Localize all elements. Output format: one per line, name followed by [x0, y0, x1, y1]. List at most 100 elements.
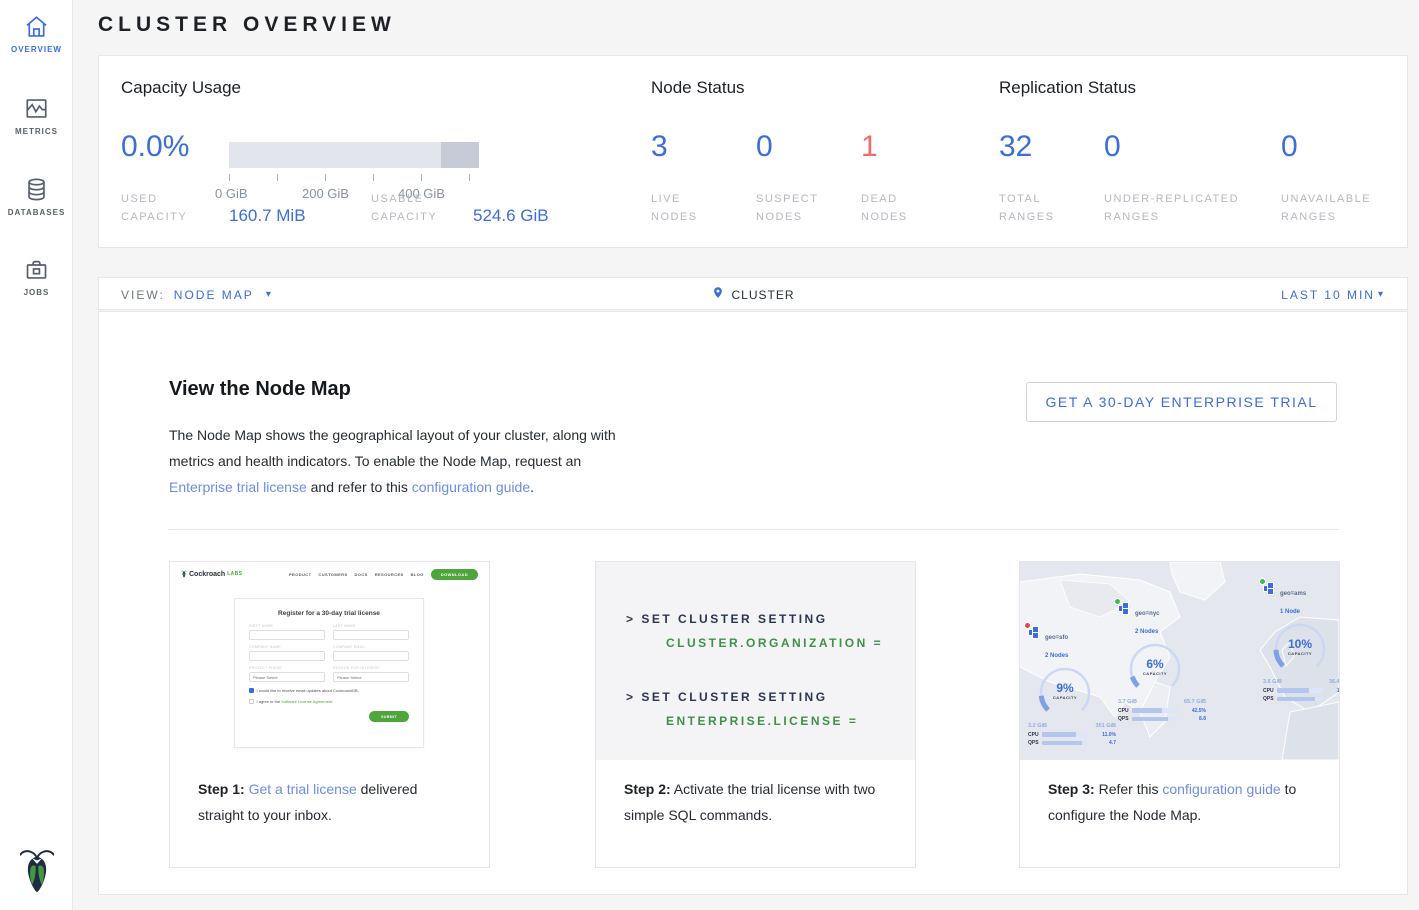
- summary-panel: Capacity Usage 0.0% 0 GiB 200 GiB 400 Gi…: [98, 55, 1408, 248]
- get-trial-license-link[interactable]: Get a trial license: [249, 781, 357, 797]
- node-map-description: The Node Map shows the geographical layo…: [169, 422, 639, 500]
- time-range-value: LAST 10 MIN: [1281, 288, 1375, 302]
- step1-card: Cockroach LABS PRODUCT CUSTOMERS DOCS RE…: [169, 561, 490, 868]
- mini-nav-resources: RESOURCES: [375, 572, 404, 577]
- node-stack-icon: [1263, 582, 1276, 595]
- sidebar-item-label: METRICS: [0, 127, 73, 136]
- step2-caption: Step 2: Activate the trial license with …: [596, 760, 915, 828]
- live-node-status-dot: [1259, 578, 1266, 585]
- time-range-selector[interactable]: LAST 10 MIN ▾: [1281, 278, 1383, 311]
- capacity-gauge: 9% CAPACITY: [1034, 664, 1096, 722]
- mini-nav-product: PRODUCT: [289, 572, 312, 577]
- sidebar-item-label: JOBS: [0, 288, 73, 297]
- sidebar-item-label: DATABASES: [0, 208, 73, 217]
- suspect-nodes-label: SUSPECT NODES: [756, 190, 831, 226]
- view-label: VIEW:: [121, 288, 165, 302]
- sidebar-item-jobs[interactable]: JOBS: [0, 256, 73, 297]
- node-map-location-sfo[interactable]: geo=sfo2 Nodes 9% CAPACITY 3.2 GiB351 Gi…: [1028, 626, 1120, 746]
- replication-status-title: Replication Status: [999, 78, 1136, 98]
- mini-field-label: FIRST NAME: [249, 624, 325, 628]
- usable-capacity-label: USABLE CAPACITY: [371, 190, 461, 226]
- home-icon: [23, 13, 50, 40]
- mini-nav-blog: BLOG: [411, 572, 424, 577]
- breadcrumb-cluster[interactable]: CLUSTER: [731, 288, 794, 302]
- mini-project-phase-select: Please Select: [249, 672, 325, 682]
- sql-command: SET CLUSTER SETTING: [641, 690, 827, 704]
- prompt-symbol: >: [626, 612, 636, 626]
- node-status-title: Node Status: [651, 78, 745, 98]
- cluster-overview-page: OVERVIEW METRICS DATABASES JOBS: [0, 0, 1419, 910]
- divider: [169, 529, 1339, 530]
- node-map-heading: View the Node Map: [169, 378, 351, 401]
- configuration-guide-link[interactable]: configuration guide: [1162, 781, 1280, 797]
- locality-name: geo=ams: [1280, 591, 1306, 597]
- description-text: .: [530, 479, 534, 495]
- cpu-label: CPU: [1028, 732, 1039, 738]
- used-capacity-label: USED CAPACITY: [121, 190, 201, 226]
- suspect-nodes-value: 0: [756, 130, 773, 164]
- sidebar-item-metrics[interactable]: METRICS: [0, 95, 73, 136]
- breadcrumb: CLUSTER: [711, 278, 794, 311]
- qps-label: QPS: [1028, 740, 1039, 746]
- cockroachdb-logo: [0, 845, 73, 900]
- configuration-guide-link[interactable]: configuration guide: [412, 479, 530, 495]
- total-ranges-label: TOTAL RANGES: [999, 190, 1074, 226]
- metrics-icon: [23, 95, 50, 122]
- mini-license-agreement-link: Software License Agreement.: [281, 699, 333, 704]
- view-selector[interactable]: VIEW: NODE MAP ▾: [121, 278, 271, 311]
- node-stack-icon: [1118, 602, 1131, 615]
- total-capacity: 36.4 GiB: [1329, 679, 1339, 685]
- live-nodes-value: 3: [651, 130, 668, 164]
- mini-cockroach-logo: Cockroach LABS: [181, 570, 242, 578]
- qps-value: 8.8: [1199, 716, 1206, 722]
- dead-nodes-value: 1: [861, 130, 878, 164]
- mini-checkbox-checked: [249, 688, 254, 693]
- step1-caption: Step 1: Get a trial license delivered st…: [170, 760, 489, 828]
- mini-field-label: LAST NAME: [333, 624, 409, 628]
- node-stack-icon: [1028, 626, 1041, 639]
- cpu-value: 11.0%: [1102, 732, 1116, 738]
- step1-screenshot: Cockroach LABS PRODUCT CUSTOMERS DOCS RE…: [170, 562, 489, 760]
- total-capacity: 65.7 GiB: [1184, 699, 1206, 705]
- step2-card: > SET CLUSTER SETTING CLUSTER.ORGANIZATI…: [595, 561, 916, 868]
- step3-text: Refer this: [1095, 781, 1163, 797]
- view-value[interactable]: NODE MAP: [174, 288, 254, 302]
- step2-code-block: > SET CLUSTER SETTING CLUSTER.ORGANIZATI…: [596, 562, 915, 760]
- enterprise-trial-license-link[interactable]: Enterprise trial license: [169, 479, 307, 495]
- step3-card: geo=sfo2 Nodes 9% CAPACITY 3.2 GiB351 Gi…: [1019, 561, 1340, 868]
- node-map-location-ams[interactable]: geo=ams 1 Node 10% CAPACITY 3.6 GiB 36.4 G…: [1263, 582, 1339, 702]
- chevron-down-icon: ▾: [1378, 289, 1383, 300]
- locality-name: geo=sfo: [1045, 635, 1068, 641]
- sidebar-item-overview[interactable]: OVERVIEW: [0, 13, 73, 54]
- live-node-status-dot: [1114, 598, 1121, 605]
- mini-trial-form: Register for a 30-day trial license FIRS…: [234, 598, 424, 748]
- qps-label: QPS: [1118, 716, 1129, 722]
- capacity-gauge: 6% CAPACITY: [1124, 640, 1186, 698]
- mini-brand-suffix: LABS: [227, 571, 242, 577]
- sql-setting: CLUSTER.ORGANIZATION =: [626, 631, 915, 655]
- used-capacity: 3.6 GiB: [1263, 679, 1282, 685]
- description-text: and refer to this: [307, 479, 412, 495]
- capacity-bar: [229, 142, 479, 168]
- used-capacity: 3.2 GiB: [1028, 723, 1047, 729]
- view-bar: VIEW: NODE MAP ▾ CLUSTER LAST 10 MIN ▾: [98, 277, 1408, 310]
- step3-label: Step 3:: [1048, 781, 1095, 797]
- total-ranges-value: 32: [999, 130, 1032, 164]
- dead-node-status-dot: [1024, 622, 1031, 629]
- sql-setting: ENTERPRISE.LICENSE =: [626, 709, 915, 733]
- node-count: 1 Node: [1280, 609, 1300, 615]
- cpu-label: CPU: [1118, 708, 1129, 714]
- mini-field-label: PROJECT PHASE: [249, 666, 325, 670]
- sidebar-item-databases[interactable]: DATABASES: [0, 176, 73, 217]
- tick-label-0: 0 GiB: [215, 186, 248, 201]
- enterprise-trial-button[interactable]: GET A 30-DAY ENTERPRISE TRIAL: [1026, 382, 1337, 422]
- usable-capacity-value: 524.6 GiB: [473, 206, 549, 226]
- map-pin-icon: [711, 285, 724, 305]
- mini-submit-button: SUBMIT: [369, 711, 409, 722]
- mini-company-name-input: [249, 651, 325, 661]
- locality-name: geo=nyc: [1135, 611, 1160, 617]
- capacity-gauge: 10% CAPACITY: [1269, 620, 1331, 678]
- step1-label: Step 1:: [198, 781, 245, 797]
- node-map-location-nyc[interactable]: geo=nyc2 Nodes 6% CAPACITY 3.7 GiB65.7 G…: [1118, 602, 1210, 722]
- databases-icon: [23, 176, 50, 203]
